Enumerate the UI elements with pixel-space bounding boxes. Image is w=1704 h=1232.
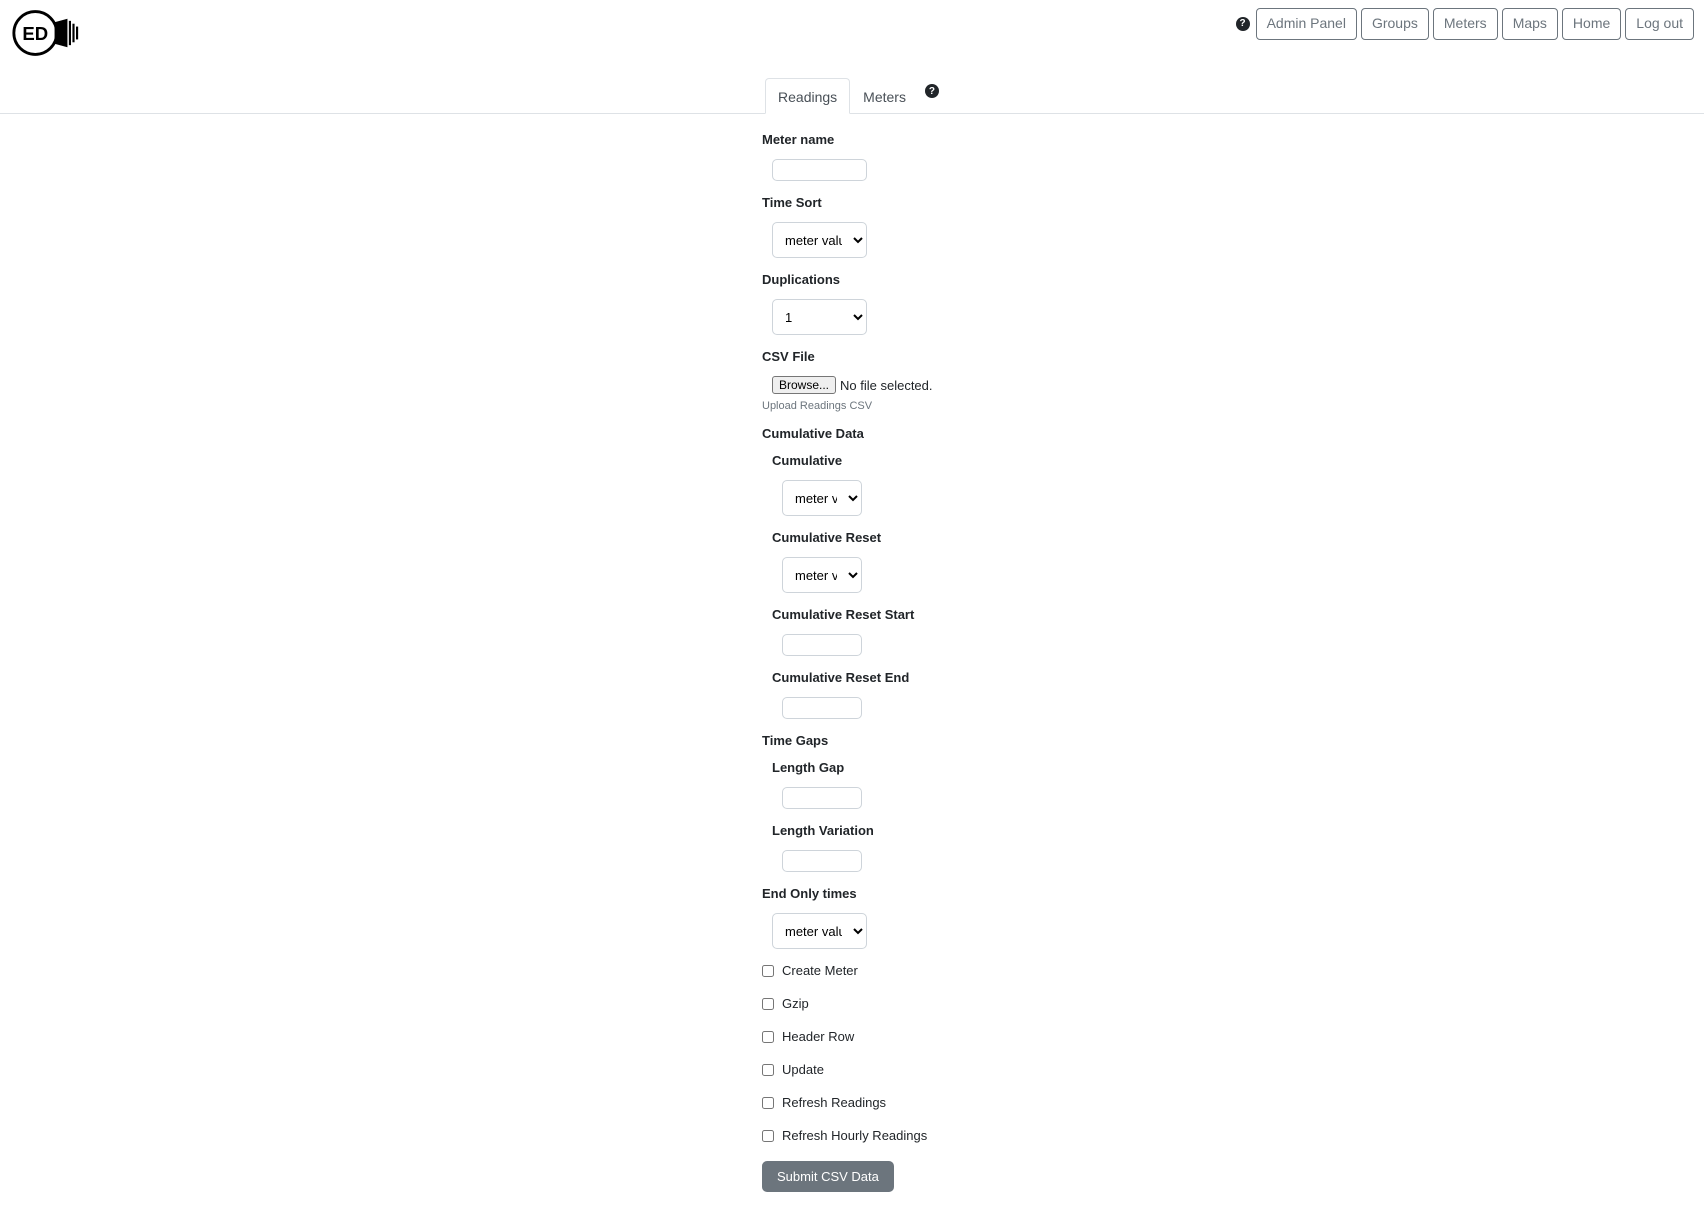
submit-button[interactable]: Submit CSV Data: [762, 1161, 894, 1192]
time-sort-label: Time Sort: [762, 195, 942, 210]
maps-button[interactable]: Maps: [1502, 8, 1558, 40]
cumulative-reset-start-input[interactable]: [782, 634, 862, 656]
file-status: No file selected.: [840, 378, 933, 393]
cumulative-reset-label: Cumulative Reset: [772, 530, 942, 545]
length-gap-input[interactable]: [782, 787, 862, 809]
gzip-label: Gzip: [782, 996, 809, 1011]
tab-readings[interactable]: Readings: [765, 78, 850, 114]
end-only-times-select[interactable]: meter value or default: [772, 913, 867, 949]
cumulative-reset-end-input[interactable]: [782, 697, 862, 719]
browse-button[interactable]: Browse...: [772, 376, 836, 394]
create-meter-label: Create Meter: [782, 963, 858, 978]
meter-name-label: Meter name: [762, 132, 942, 147]
admin-panel-button[interactable]: Admin Panel: [1256, 8, 1357, 40]
end-only-times-label: End Only times: [762, 886, 942, 901]
duplications-select[interactable]: 1: [772, 299, 867, 335]
time-gaps-label: Time Gaps: [762, 733, 942, 748]
header-row-checkbox[interactable]: [762, 1031, 774, 1043]
svg-text:ED: ED: [22, 23, 48, 44]
csv-file-label: CSV File: [762, 349, 942, 364]
logout-button[interactable]: Log out: [1625, 8, 1694, 40]
length-variation-input[interactable]: [782, 850, 862, 872]
app-logo: ED: [10, 8, 82, 58]
update-checkbox[interactable]: [762, 1064, 774, 1076]
refresh-hourly-checkbox[interactable]: [762, 1130, 774, 1142]
duplications-label: Duplications: [762, 272, 942, 287]
cumulative-reset-select[interactable]: meter value or default: [782, 557, 862, 593]
cumulative-reset-start-label: Cumulative Reset Start: [772, 607, 942, 622]
meter-name-input[interactable]: [772, 159, 867, 181]
time-sort-select[interactable]: meter value or default: [772, 222, 867, 258]
header-row-label: Header Row: [782, 1029, 854, 1044]
meters-button[interactable]: Meters: [1433, 8, 1498, 40]
refresh-readings-label: Refresh Readings: [782, 1095, 886, 1110]
groups-button[interactable]: Groups: [1361, 8, 1429, 40]
gzip-checkbox[interactable]: [762, 998, 774, 1010]
cumulative-data-label: Cumulative Data: [762, 426, 942, 441]
upload-hint: Upload Readings CSV: [762, 400, 942, 412]
home-button[interactable]: Home: [1562, 8, 1621, 40]
refresh-readings-checkbox[interactable]: [762, 1097, 774, 1109]
tab-meters[interactable]: Meters: [850, 78, 919, 114]
length-variation-label: Length Variation: [772, 823, 942, 838]
cumulative-label: Cumulative: [772, 453, 942, 468]
tab-help-icon[interactable]: ?: [925, 84, 939, 98]
update-label: Update: [782, 1062, 824, 1077]
refresh-hourly-label: Refresh Hourly Readings: [782, 1128, 927, 1143]
cumulative-reset-end-label: Cumulative Reset End: [772, 670, 942, 685]
length-gap-label: Length Gap: [772, 760, 942, 775]
create-meter-checkbox[interactable]: [762, 965, 774, 977]
help-icon[interactable]: ?: [1236, 17, 1250, 31]
cumulative-select[interactable]: meter value or default: [782, 480, 862, 516]
